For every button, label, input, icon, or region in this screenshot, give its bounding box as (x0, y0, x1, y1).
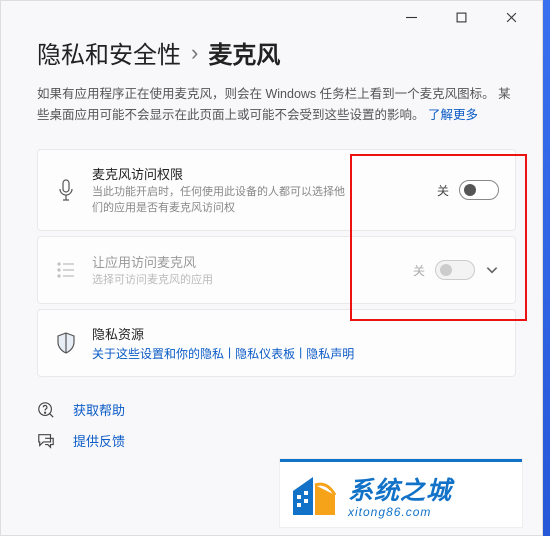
footer-links: 获取帮助 提供反馈 (1, 380, 542, 460)
feedback-icon (37, 432, 59, 450)
privacy-resources-row[interactable]: 隐私资源 关于这些设置和你的隐私| 隐私仪表板| 隐私声明 (37, 309, 516, 377)
breadcrumb-parent[interactable]: 隐私和安全性 (37, 35, 181, 70)
page-title: 麦克风 (208, 35, 280, 70)
microphone-icon (54, 179, 78, 201)
link-label: 提供反馈 (73, 431, 125, 450)
row-subtitle: 选择可访问麦克风的应用 (92, 273, 352, 288)
settings-window: 隐私和安全性 › 麦克风 如果有应用程序正在使用麦克风，则会在 Windows … (0, 0, 543, 536)
toggle-state-label: 关 (413, 262, 425, 279)
watermark-url: xitong86.com (348, 505, 452, 519)
row-title: 让应用访问麦克风 (92, 252, 399, 271)
app-access-row[interactable]: 让应用访问麦克风 选择可访问麦克风的应用 关 (37, 236, 516, 304)
toggle-state-label: 关 (437, 182, 449, 199)
list-icon (54, 262, 78, 278)
chevron-down-icon[interactable] (485, 263, 499, 277)
breadcrumb: 隐私和安全性 › 麦克风 (37, 35, 516, 70)
minimize-button[interactable] (388, 3, 434, 31)
content-area: 隐私和安全性 › 麦克风 如果有应用程序正在使用麦克风，则会在 Windows … (1, 35, 542, 380)
mic-access-row[interactable]: 麦克风访问权限 当此功能开启时，任何使用此设备的人都可以选择他们的应用是否有麦克… (37, 149, 516, 231)
page-description: 如果有应用程序正在使用麦克风，则会在 Windows 任务栏上看到一个麦克风图标… (37, 84, 515, 125)
app-access-toggle (435, 260, 475, 280)
shield-icon (54, 332, 78, 354)
learn-more-link[interactable]: 了解更多 (428, 108, 478, 122)
maximize-button[interactable] (438, 3, 484, 31)
privacy-link-statement[interactable]: 隐私声明 (306, 345, 354, 362)
row-title: 隐私资源 (92, 324, 499, 343)
give-feedback-link[interactable]: 提供反馈 (37, 431, 506, 450)
watermark: 系统之城 xitong86.com (280, 459, 522, 527)
get-help-link[interactable]: 获取帮助 (37, 400, 506, 419)
privacy-link-about[interactable]: 关于这些设置和你的隐私 (92, 345, 224, 362)
close-button[interactable] (488, 3, 534, 31)
privacy-links: 关于这些设置和你的隐私| 隐私仪表板| 隐私声明 (92, 345, 499, 362)
watermark-logo-icon (286, 469, 342, 521)
row-subtitle: 当此功能开启时，任何使用此设备的人都可以选择他们的应用是否有麦克风访问权 (92, 185, 352, 216)
privacy-link-dashboard[interactable]: 隐私仪表板 (235, 345, 295, 362)
settings-list: 麦克风访问权限 当此功能开启时，任何使用此设备的人都可以选择他们的应用是否有麦克… (37, 149, 516, 380)
help-icon (37, 401, 59, 419)
titlebar (1, 1, 542, 33)
mic-access-toggle[interactable] (459, 180, 499, 200)
row-title: 麦克风访问权限 (92, 164, 423, 183)
watermark-title: 系统之城 (348, 471, 452, 507)
chevron-right-icon: › (191, 40, 198, 66)
link-label: 获取帮助 (73, 400, 125, 419)
edge-decoration (543, 0, 550, 536)
